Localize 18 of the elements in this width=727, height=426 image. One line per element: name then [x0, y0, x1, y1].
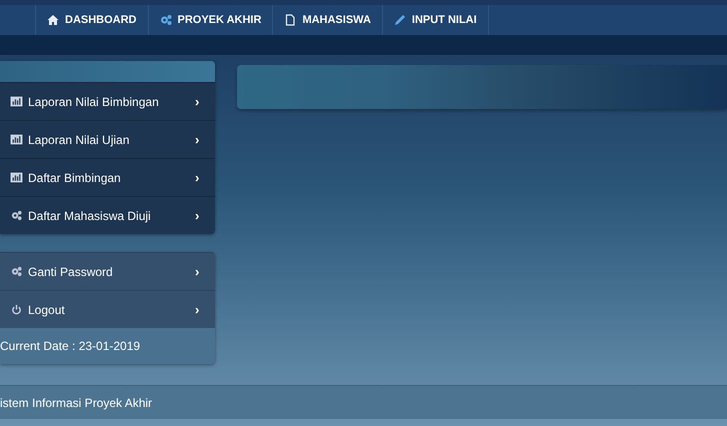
menu-item[interactable]: Daftar Bimbingan ›: [0, 158, 215, 196]
gears-icon: [160, 14, 172, 26]
footer-text: istem Informasi Proyek Akhir: [0, 396, 152, 410]
menu-item[interactable]: Logout ›: [0, 290, 215, 328]
menu-item[interactable]: Laporan Nilai Ujian ›: [0, 120, 215, 158]
current-date: Current Date : 23-01-2019: [0, 328, 215, 364]
gears-icon: [10, 266, 23, 277]
menu-item[interactable]: Daftar Mahasiswa Diuji ›: [0, 196, 215, 234]
chart-icon: [10, 172, 23, 183]
document-icon: [284, 14, 296, 26]
menu-item[interactable]: Ganti Password ›: [0, 252, 215, 290]
pencil-icon: [394, 14, 406, 26]
chart-icon: [10, 96, 23, 107]
chart-icon: [10, 134, 23, 145]
gears-icon: [10, 210, 23, 221]
power-icon: [10, 304, 23, 315]
house-icon: [47, 14, 59, 26]
menu-item[interactable]: Laporan Nilai Bimbingan ›: [0, 82, 215, 120]
